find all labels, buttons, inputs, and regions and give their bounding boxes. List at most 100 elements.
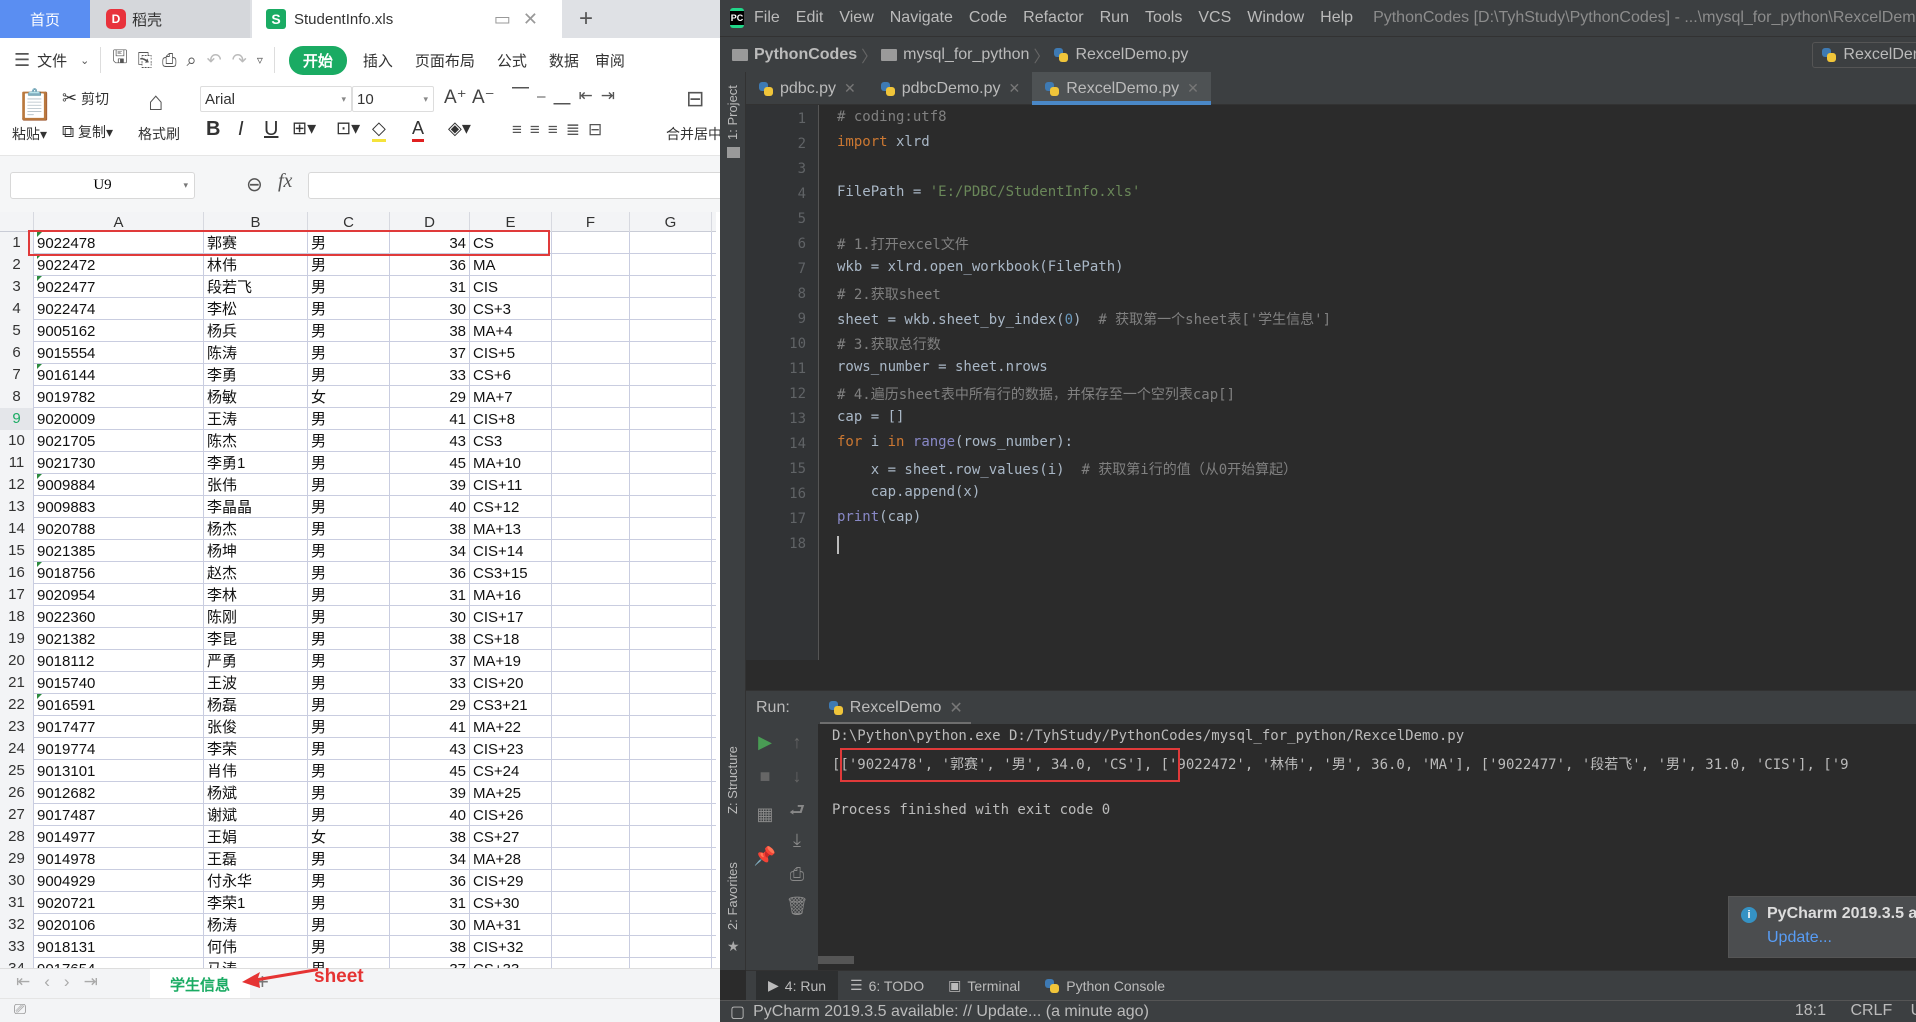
- cell[interactable]: 33: [390, 364, 470, 386]
- cell[interactable]: 王娟: [204, 826, 308, 848]
- tool-tab-terminal[interactable]: ▣ Terminal: [936, 971, 1032, 1001]
- cell[interactable]: [552, 298, 630, 320]
- row-header[interactable]: 26: [0, 782, 34, 804]
- cell[interactable]: 王涛: [204, 408, 308, 430]
- cell[interactable]: 男: [308, 342, 390, 364]
- cell-style-icon[interactable]: ⊡▾: [336, 118, 360, 139]
- spreadsheet-grid[interactable]: A B C D E F G 1 9022478 郭赛男 34 CS 2 9022472 林伟男…: [0, 212, 716, 974]
- cell[interactable]: 李晶晶: [204, 496, 308, 518]
- cell[interactable]: MA+4: [470, 320, 552, 342]
- cell[interactable]: 9020106: [34, 914, 204, 936]
- cell[interactable]: 36: [390, 562, 470, 584]
- cell[interactable]: [630, 298, 712, 320]
- cell[interactable]: 9021382: [34, 628, 204, 650]
- cell[interactable]: [552, 870, 630, 892]
- cell[interactable]: 李荣1: [204, 892, 308, 914]
- cell[interactable]: 9004929: [34, 870, 204, 892]
- cell[interactable]: CS+27: [470, 826, 552, 848]
- cell[interactable]: [552, 364, 630, 386]
- cell[interactable]: [552, 606, 630, 628]
- column-header[interactable]: E: [470, 212, 552, 232]
- merge-icon[interactable]: ⊟: [686, 86, 704, 112]
- cell[interactable]: 男: [308, 562, 390, 584]
- cell[interactable]: [630, 672, 712, 694]
- cell[interactable]: [552, 628, 630, 650]
- cell[interactable]: 9021730: [34, 452, 204, 474]
- breadcrumb-folder[interactable]: mysql_for_python: [903, 46, 1029, 64]
- cell[interactable]: [630, 738, 712, 760]
- format-painter-icon[interactable]: ⌂: [148, 86, 164, 117]
- cell[interactable]: CIS+32: [470, 936, 552, 958]
- row-header[interactable]: 6: [0, 342, 34, 364]
- cell[interactable]: MA+10: [470, 452, 552, 474]
- cell[interactable]: CIS+17: [470, 606, 552, 628]
- select-all-corner[interactable]: [0, 212, 34, 232]
- cell[interactable]: [630, 936, 712, 958]
- cell[interactable]: 男: [308, 650, 390, 672]
- cell[interactable]: [552, 232, 630, 254]
- breadcrumb-file[interactable]: RexcelDemo.py: [1075, 46, 1188, 64]
- row-header[interactable]: 19: [0, 628, 34, 650]
- cell[interactable]: [630, 342, 712, 364]
- menu-window[interactable]: Window: [1247, 9, 1304, 27]
- cell[interactable]: 36: [390, 870, 470, 892]
- file-encoding[interactable]: UTF-8: [1911, 1002, 1916, 1019]
- cell[interactable]: [630, 276, 712, 298]
- column-header[interactable]: G: [630, 212, 712, 232]
- cell[interactable]: 9014977: [34, 826, 204, 848]
- new-tab-button[interactable]: +: [566, 0, 606, 38]
- cell[interactable]: 男: [308, 936, 390, 958]
- cell[interactable]: 41: [390, 716, 470, 738]
- tab-insert[interactable]: 插入: [363, 50, 393, 71]
- cell[interactable]: 李松: [204, 298, 308, 320]
- line-separator[interactable]: CRLF: [1850, 1002, 1892, 1019]
- scrollbar-thumb[interactable]: [818, 956, 854, 964]
- cell[interactable]: [630, 232, 712, 254]
- row-header[interactable]: 31: [0, 892, 34, 914]
- cell[interactable]: 男: [308, 474, 390, 496]
- row-header[interactable]: 20: [0, 650, 34, 672]
- cell[interactable]: 9019774: [34, 738, 204, 760]
- cell[interactable]: 9015554: [34, 342, 204, 364]
- name-box[interactable]: U9 ▾: [10, 172, 195, 199]
- code-line[interactable]: # 2.获取sheet: [837, 284, 941, 304]
- menu-navigate[interactable]: Navigate: [890, 9, 953, 27]
- redo-icon[interactable]: ↷: [232, 50, 247, 71]
- cell[interactable]: [630, 254, 712, 276]
- tool-tab-python-console[interactable]: Python Console: [1032, 971, 1177, 1001]
- border-icon[interactable]: ⊞▾: [292, 118, 316, 139]
- cell[interactable]: [552, 848, 630, 870]
- merge-center-button[interactable]: 合并居中: [666, 124, 720, 144]
- cell[interactable]: 男: [308, 518, 390, 540]
- print-icon[interactable]: ⎙: [162, 50, 176, 71]
- column-header[interactable]: F: [552, 212, 630, 232]
- cell[interactable]: [630, 892, 712, 914]
- cell[interactable]: CS+24: [470, 760, 552, 782]
- tool-structure[interactable]: Z: Structure: [725, 746, 740, 814]
- cell[interactable]: 34: [390, 848, 470, 870]
- cell[interactable]: [630, 452, 712, 474]
- export-icon[interactable]: ⎘: [138, 50, 152, 71]
- cell[interactable]: [630, 870, 712, 892]
- code-line[interactable]: wkb = xlrd.open_workbook(FilePath): [837, 259, 1124, 275]
- cell[interactable]: 31: [390, 276, 470, 298]
- underline-button[interactable]: U: [264, 118, 278, 141]
- cell[interactable]: [552, 716, 630, 738]
- cell[interactable]: [630, 760, 712, 782]
- cell[interactable]: 9018131: [34, 936, 204, 958]
- sheet-tab[interactable]: 学生信息: [150, 969, 250, 999]
- cell[interactable]: CIS+23: [470, 738, 552, 760]
- menu-vcs[interactable]: VCS: [1198, 9, 1231, 27]
- chevron-down-icon[interactable]: ⌄: [80, 54, 89, 67]
- cell[interactable]: 男: [308, 254, 390, 276]
- menu-code[interactable]: Code: [969, 9, 1007, 27]
- cell[interactable]: CS+3: [470, 298, 552, 320]
- cell[interactable]: 9018756: [34, 562, 204, 584]
- row-header[interactable]: 21: [0, 672, 34, 694]
- cell[interactable]: 43: [390, 738, 470, 760]
- fx-icon[interactable]: fx: [278, 170, 292, 193]
- cell[interactable]: 9020788: [34, 518, 204, 540]
- code-line[interactable]: for i in range(rows_number):: [837, 434, 1073, 450]
- cell[interactable]: 37: [390, 650, 470, 672]
- cell[interactable]: [552, 408, 630, 430]
